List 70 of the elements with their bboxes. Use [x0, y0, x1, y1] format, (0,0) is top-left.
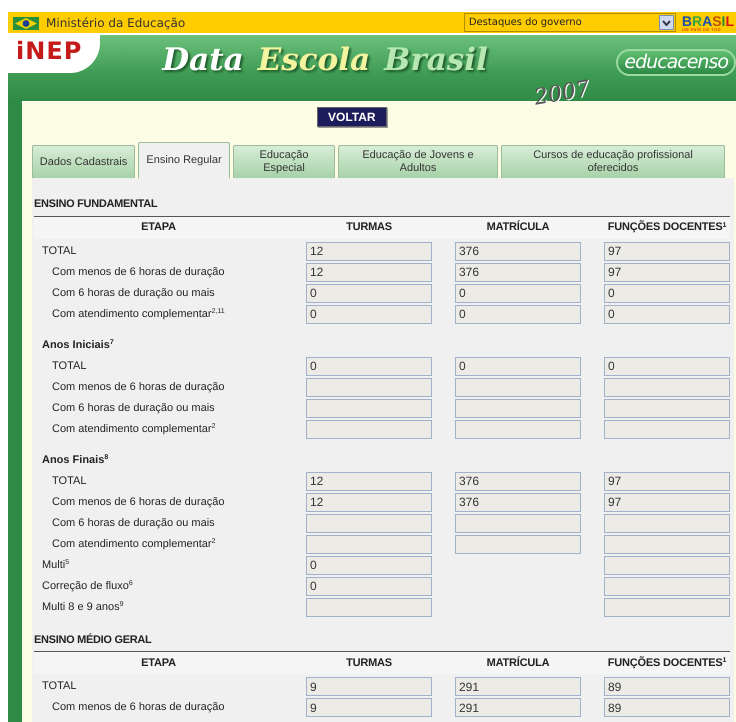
column-header: MATRÍCULA	[486, 655, 550, 671]
number-field[interactable]: 89	[604, 677, 730, 696]
row-label: Com menos de 6 horas de duração	[52, 380, 224, 392]
column-header: ETAPA	[140, 220, 177, 236]
number-field[interactable]: 9	[306, 698, 432, 717]
row-label: Com 6 horas de duração ou mais	[52, 286, 215, 298]
number-field[interactable]: 0	[306, 304, 432, 324]
title-word: Brasil	[384, 45, 488, 76]
dropdown[interactable]: Destaques do governo	[464, 13, 676, 32]
row-label: Com atendimento complementar$^{2,11}$	[52, 308, 225, 320]
number-field[interactable]: 12	[306, 242, 432, 260]
column-header: TURMAS	[345, 656, 393, 671]
inep-logo[interactable]: iNEP	[8, 35, 100, 73]
number-field[interactable]: 9	[306, 677, 432, 696]
title-word: Data	[162, 45, 244, 76]
year-label: 2007	[532, 78, 592, 110]
tab[interactable]: Educação Especial	[233, 145, 335, 178]
back-button[interactable]: VOLTAR	[317, 107, 387, 127]
number-field[interactable]: 97	[604, 242, 730, 260]
title-word: Escola	[258, 45, 370, 76]
row-label: Com menos de 6 horas de duração	[52, 266, 224, 278]
row-label: Com atendimento complementar$^{2}$	[52, 538, 216, 550]
number-field[interactable]: 0	[455, 284, 581, 302]
tab[interactable]: Dados Cadastrais	[32, 145, 135, 178]
number-field[interactable]: 12	[306, 492, 432, 512]
column-header: FUNÇÕES DOCENTES$^{1}$	[606, 655, 728, 671]
row-label: Multi 8 e 9 anos$^{9}$	[42, 600, 124, 612]
number-field[interactable]: 291	[455, 698, 581, 717]
row-label: Com menos de 6 horas de duração	[52, 701, 224, 713]
number-field[interactable]: 376	[455, 262, 581, 282]
number-field[interactable]: 291	[455, 677, 581, 696]
group-heading: Anos Finais$^{8}$	[41, 452, 110, 468]
column-header: ETAPA	[140, 656, 177, 671]
number-field[interactable]: 376	[455, 242, 581, 260]
row-label: TOTAL	[52, 360, 86, 372]
row-label: Correção de fluxo$^{6}$	[42, 580, 133, 592]
brand-logo[interactable]: BRASIL	[682, 14, 734, 28]
column-header: FUNÇÕES DOCENTES$^{1}$	[606, 219, 728, 236]
number-field[interactable]: 0	[306, 576, 432, 596]
number-field[interactable]: 376	[455, 472, 581, 490]
row-label: Com atendimento complementar$^{2}$	[52, 422, 216, 434]
number-field[interactable]: 0	[306, 556, 432, 574]
row-label: Com menos de 6 horas de duração	[52, 496, 224, 508]
group-heading: Anos Iniciais$^{7}$	[41, 338, 115, 352]
number-field[interactable]: 12	[306, 472, 432, 490]
row-label: TOTAL	[52, 474, 86, 486]
column-header: MATRÍCULA	[486, 219, 550, 236]
tab[interactable]: Cursos de educação profissional oferecidos	[501, 145, 725, 178]
tab[interactable]: Educação de Jovens e Adultos	[338, 145, 498, 178]
number-field[interactable]: 0	[455, 356, 581, 376]
number-field[interactable]: 97	[604, 262, 730, 282]
number-field[interactable]: 0	[604, 304, 730, 324]
row-label: TOTAL	[42, 680, 76, 692]
number-field[interactable]: 12	[306, 262, 432, 282]
number-field[interactable]: 376	[455, 492, 581, 512]
row-label: Com 6 horas de duração ou mais	[52, 516, 215, 528]
tab[interactable]: Ensino Regular	[138, 142, 230, 178]
number-field[interactable]: 97	[604, 492, 730, 512]
number-field[interactable]: 97	[604, 472, 730, 490]
number-field[interactable]: 0	[306, 356, 432, 376]
row-label: TOTAL	[42, 244, 76, 256]
number-field[interactable]: 0	[306, 284, 432, 302]
number-field[interactable]: 0	[455, 304, 581, 324]
number-field[interactable]: 89	[604, 698, 730, 717]
row-label: Multi$^{5}$	[42, 558, 70, 570]
number-field[interactable]: 0	[604, 356, 730, 376]
column-header: TURMAS	[345, 220, 393, 236]
row-label: Com 6 horas de duração ou mais	[52, 402, 215, 414]
number-field[interactable]: 0	[604, 284, 730, 302]
ministry-name[interactable]: Ministério da Educação	[46, 14, 186, 32]
